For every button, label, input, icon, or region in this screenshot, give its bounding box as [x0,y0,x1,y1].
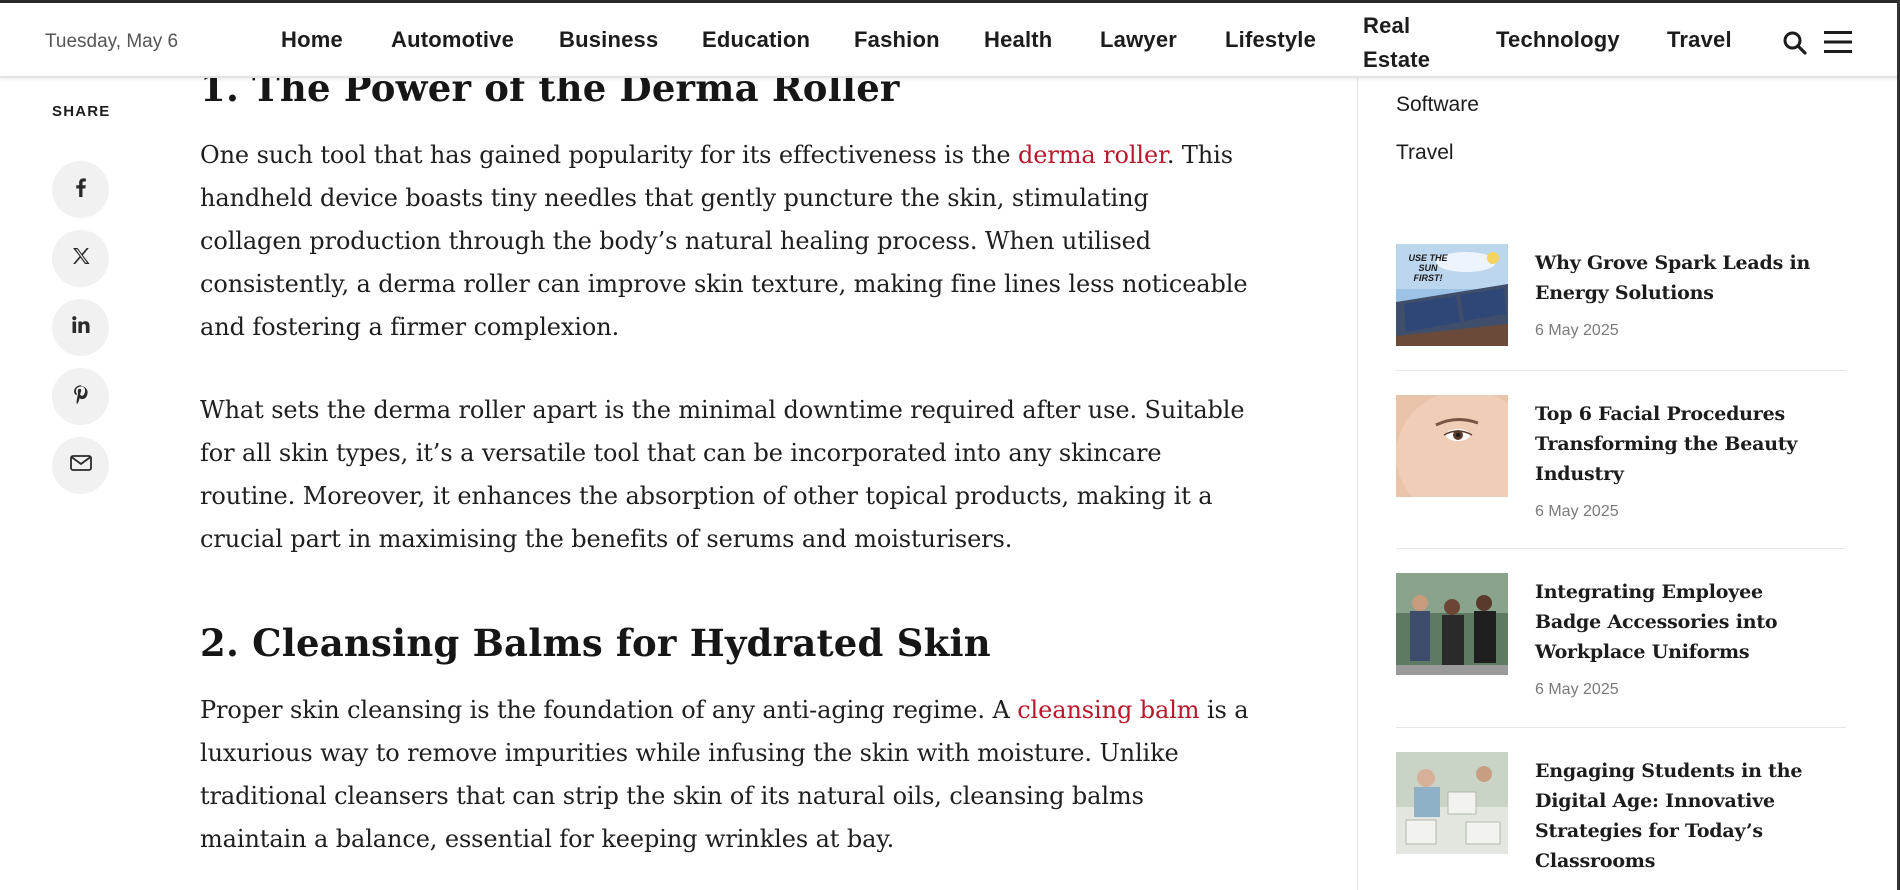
nav-item-technology[interactable]: Technology [1496,27,1620,53]
nav-item-education[interactable]: Education [702,27,810,53]
nav-item-business[interactable]: Business [559,27,658,53]
paragraph-text: Proper skin cleansing is the foundation … [200,696,1018,724]
sidebar-category-software[interactable]: Software [1396,93,1479,117]
share-facebook-button[interactable] [52,161,109,218]
article-paragraph: One such tool that has gained popularity… [200,134,1250,349]
nav-item-travel[interactable]: Travel [1667,27,1732,53]
share-pinterest-button[interactable] [52,368,109,425]
post-thumbnail-solar[interactable]: USE THE SUN FIRST! [1396,244,1508,346]
post-thumbnail-students[interactable] [1396,752,1508,854]
facebook-icon [70,176,92,203]
post-title[interactable]: Integrating Employee Badge Accessories i… [1535,577,1835,667]
email-icon [69,452,93,479]
paragraph-text: One such tool that has gained popularity… [200,141,1018,169]
nav-item-lawyer[interactable]: Lawyer [1100,27,1177,53]
nav-item-fashion[interactable]: Fashion [854,27,940,53]
post-title[interactable]: Why Grove Spark Leads in Energy Solution… [1535,248,1835,308]
search-icon[interactable] [1782,30,1808,61]
sidebar-divider [1357,78,1358,890]
linkedin-icon [70,314,92,341]
article-paragraph: What sets the derma roller apart is the … [200,396,1245,553]
derma-roller-link[interactable]: derma roller [1018,141,1167,169]
post-separator [1396,370,1846,371]
x-twitter-icon [70,245,92,272]
thumb-caption: USE THE SUN FIRST! [1408,253,1448,283]
site-header: Tuesday, May 6 Home Automotive Business … [0,0,1900,78]
share-linkedin-button[interactable] [52,299,109,356]
nav-item-health[interactable]: Health [984,27,1052,53]
article-paragraph: Proper skin cleansing is the foundation … [200,689,1250,861]
nav-item-lifestyle[interactable]: Lifestyle [1225,27,1316,53]
nav-item-real-estate[interactable]: Real Estate [1363,9,1433,77]
main-nav: Home Automotive Business Education Fashi… [0,3,1900,78]
post-date: 6 May 2025 [1535,681,1619,698]
paragraph-text: . This handheld device boasts tiny needl… [200,141,1248,341]
share-label: SHARE [52,103,111,120]
post-title[interactable]: Top 6 Facial Procedures Transforming the… [1535,399,1835,489]
share-email-button[interactable] [52,437,109,494]
share-x-button[interactable] [52,230,109,287]
nav-item-automotive[interactable]: Automotive [391,27,514,53]
post-title[interactable]: Engaging Students in the Digital Age: In… [1535,756,1835,876]
post-date: 6 May 2025 [1535,322,1619,339]
sidebar-post: Integrating Employee Badge Accessories i… [1396,573,1846,723]
post-separator [1396,548,1846,549]
cleansing-balm-link[interactable]: cleansing balm [1017,696,1199,724]
sidebar-post: Top 6 Facial Procedures Transforming the… [1396,395,1846,545]
sidebar-post: USE THE SUN FIRST! Why Grove Spark Leads… [1396,244,1846,374]
post-separator [1396,727,1846,728]
pinterest-icon [70,383,92,410]
nav-item-home[interactable]: Home [281,27,343,53]
hamburger-menu-icon[interactable] [1824,30,1852,59]
post-thumbnail-employees[interactable] [1396,573,1508,675]
section-heading-cleansing-balms: 2. Cleansing Balms for Hydrated Skin [200,621,991,665]
post-date: 6 May 2025 [1535,503,1619,520]
article-body: 1. The Power of the Derma Roller One suc… [200,62,1250,861]
post-thumbnail-face[interactable] [1396,395,1508,497]
sidebar-post: Engaging Students in the Digital Age: In… [1396,752,1846,890]
sidebar-category-travel[interactable]: Travel [1396,141,1454,165]
